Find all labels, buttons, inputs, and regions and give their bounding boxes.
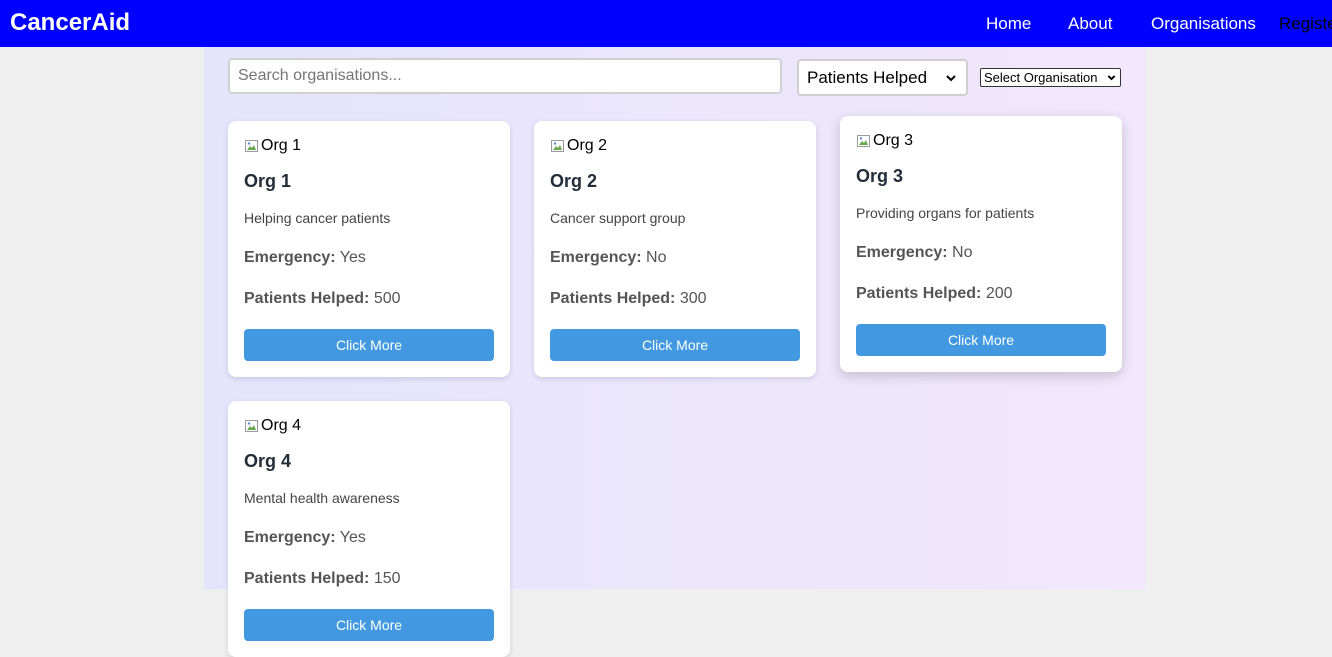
org-name: Org 3	[856, 166, 904, 186]
click-more-button[interactable]: Click More	[244, 329, 494, 361]
patients-helped-label: Patients Helped:	[856, 285, 982, 302]
org-emergency: Emergency: Yes	[244, 528, 366, 548]
org-image-alt: Org 2	[567, 137, 608, 154]
org-name: Org 4	[244, 451, 292, 471]
org-card: Org 1 Org 1 Helping cancer patients Emer…	[228, 121, 510, 377]
patients-helped-value: 150	[373, 570, 401, 587]
emergency-value: Yes	[339, 529, 366, 546]
org-description: Mental health awareness	[244, 490, 400, 506]
org-image: Org 3	[856, 132, 913, 150]
org-image-alt: Org 1	[261, 137, 302, 154]
sort-select-value: Patients Helped	[807, 67, 928, 87]
patients-helped-value: 500	[373, 290, 401, 307]
emergency-label: Emergency:	[550, 249, 642, 266]
emergency-label: Emergency:	[244, 529, 336, 546]
org-card: Org 3 Org 3 Providing organs for patient…	[840, 116, 1122, 372]
click-more-button[interactable]: Click More	[244, 609, 494, 641]
patients-helped-label: Patients Helped:	[244, 290, 370, 307]
org-emergency: Emergency: No	[550, 248, 667, 268]
emergency-label: Emergency:	[244, 249, 336, 266]
org-image: Org 2	[550, 137, 607, 155]
org-name: Org 2	[550, 171, 598, 191]
chevron-down-icon	[946, 74, 956, 81]
org-image-alt: Org 4	[261, 417, 302, 434]
org-image-alt: Org 3	[873, 132, 914, 149]
org-emergency: Emergency: No	[856, 243, 973, 263]
patients-helped-value: 300	[679, 290, 707, 307]
org-patients-helped: Patients Helped: 200	[856, 284, 1013, 304]
org-card: Org 4 Org 4 Mental health awareness Emer…	[228, 401, 510, 657]
org-name: Org 1	[244, 171, 292, 191]
org-image: Org 1	[244, 137, 301, 155]
org-card: Org 2 Org 2 Cancer support group Emergen…	[534, 121, 816, 377]
emergency-value: No	[646, 249, 667, 266]
nav-link-register[interactable]: Register	[1279, 14, 1332, 34]
org-patients-helped: Patients Helped: 500	[244, 289, 401, 309]
patients-helped-value: 200	[985, 285, 1013, 302]
emergency-label: Emergency:	[856, 244, 948, 261]
nav-link-about[interactable]: About	[1068, 14, 1112, 34]
search-input[interactable]	[228, 58, 782, 94]
brand-logo[interactable]: CancerAid	[10, 9, 130, 37]
org-patients-helped: Patients Helped: 150	[244, 569, 401, 589]
emergency-value: No	[952, 244, 973, 261]
nav-link-home[interactable]: Home	[986, 14, 1031, 34]
org-image: Org 4	[244, 417, 301, 435]
emergency-value: Yes	[339, 249, 366, 266]
broken-image-icon	[245, 420, 258, 432]
nav-link-organisations[interactable]: Organisations	[1151, 14, 1256, 34]
click-more-button[interactable]: Click More	[856, 324, 1106, 356]
org-description: Cancer support group	[550, 210, 686, 226]
org-emergency: Emergency: Yes	[244, 248, 366, 268]
chevron-down-icon	[1107, 75, 1116, 81]
organisation-select-value: Select Organisation	[984, 70, 1098, 85]
patients-helped-label: Patients Helped:	[550, 290, 676, 307]
sort-select[interactable]: Patients Helped	[797, 59, 968, 96]
broken-image-icon	[857, 135, 870, 147]
org-patients-helped: Patients Helped: 300	[550, 289, 707, 309]
org-description: Helping cancer patients	[244, 210, 391, 226]
main-container: Patients Helped Select Organisation Org …	[204, 47, 1146, 657]
navbar: CancerAid Home About Organisations Regis…	[0, 0, 1332, 47]
click-more-button[interactable]: Click More	[550, 329, 800, 361]
org-description: Providing organs for patients	[856, 205, 1035, 221]
patients-helped-label: Patients Helped:	[244, 570, 370, 587]
organisation-select[interactable]: Select Organisation	[980, 68, 1121, 87]
broken-image-icon	[551, 140, 564, 152]
broken-image-icon	[245, 140, 258, 152]
